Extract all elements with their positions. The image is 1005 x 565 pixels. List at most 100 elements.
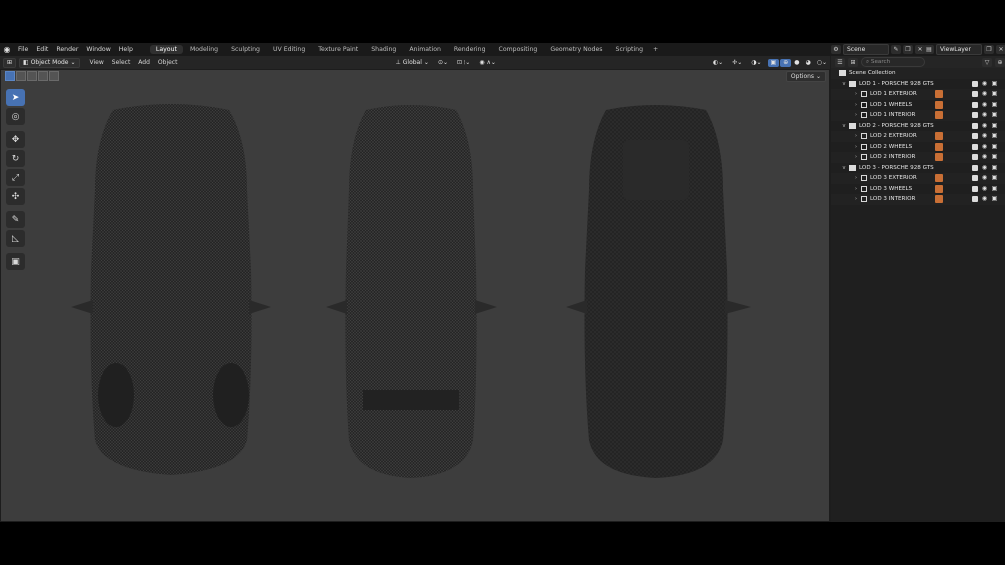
collection-row-lod3[interactable]: v LOD 3 - PORSCHE 928 GTS ◉ ▣: [831, 163, 1005, 174]
blender-logo-icon[interactable]: ◉: [0, 43, 14, 56]
chevron-right-icon[interactable]: ›: [853, 102, 859, 108]
chevron-down-icon[interactable]: v: [841, 165, 847, 171]
checkbox-icon[interactable]: [972, 91, 978, 97]
pivot-point-button[interactable]: ⊙⌄: [435, 59, 451, 67]
filter-icon[interactable]: ▽: [982, 57, 992, 67]
object-row-lod3-interior[interactable]: › LOD 3 INTERIOR ◉ ▣: [831, 194, 1005, 205]
object-visibility-button[interactable]: ◐⌄: [710, 59, 726, 67]
scene-field[interactable]: Scene: [843, 44, 889, 55]
eye-icon[interactable]: ◉: [981, 143, 988, 150]
xray-toggle-button[interactable]: ▣: [767, 58, 780, 67]
annotate-icon[interactable]: ✎: [6, 211, 25, 228]
move-icon[interactable]: ✥: [6, 131, 25, 148]
measure-icon[interactable]: ◺: [6, 230, 25, 247]
scale-icon[interactable]: ⤢: [6, 169, 25, 186]
eye-icon[interactable]: ◉: [981, 196, 988, 202]
eye-icon[interactable]: ◉: [981, 133, 988, 139]
eye-icon[interactable]: ◉: [981, 175, 988, 181]
object-row-lod3-wheels[interactable]: › LOD 3 WHEELS ◉ ▣: [831, 184, 1005, 195]
camera-icon[interactable]: ▣: [991, 164, 998, 171]
camera-icon[interactable]: ▣: [991, 185, 998, 192]
menu-render[interactable]: Render: [52, 46, 82, 53]
tab-layout[interactable]: Layout: [149, 45, 183, 54]
gizmo-toggle-button[interactable]: ✢⌄: [729, 59, 745, 67]
eye-icon[interactable]: ◉: [981, 112, 988, 118]
checkbox-icon[interactable]: [972, 164, 978, 171]
display-mode-icon[interactable]: ⊞: [848, 57, 858, 67]
chevron-right-icon[interactable]: ›: [853, 154, 859, 160]
object-row-lod1-interior[interactable]: › LOD 1 INTERIOR ◉ ▣: [831, 110, 1005, 121]
checkbox-icon[interactable]: [972, 175, 978, 181]
menu-file[interactable]: File: [14, 46, 32, 53]
material-shading-button[interactable]: ◕: [802, 59, 813, 67]
camera-icon[interactable]: ▣: [991, 133, 998, 139]
outliner-search-input[interactable]: ⌕ Search: [861, 57, 925, 67]
viewlayer-icon[interactable]: ▤: [924, 45, 934, 54]
select-new-icon[interactable]: [5, 71, 15, 81]
add-cube-icon[interactable]: ▣: [6, 253, 25, 270]
transform-orientation-dropdown[interactable]: ⊥ Global ⌄: [393, 59, 432, 67]
select-difference-icon[interactable]: [38, 71, 48, 81]
new-viewlayer-icon[interactable]: ❐: [984, 45, 994, 54]
object-row-lod1-exterior[interactable]: › LOD 1 EXTERIOR ◉ ▣: [831, 89, 1005, 100]
checkbox-icon[interactable]: [972, 143, 978, 150]
new-scene-icon[interactable]: ❐: [903, 45, 913, 54]
tab-rendering[interactable]: Rendering: [448, 45, 492, 54]
chevron-right-icon[interactable]: ›: [853, 91, 859, 97]
tab-texture-paint[interactable]: Texture Paint: [312, 45, 364, 54]
chevron-right-icon[interactable]: ›: [853, 144, 859, 150]
camera-icon[interactable]: ▣: [991, 122, 998, 129]
rotate-icon[interactable]: ↻: [6, 150, 25, 167]
menu-window[interactable]: Window: [82, 46, 114, 53]
eye-icon[interactable]: ◉: [981, 164, 988, 171]
object-mode-dropdown[interactable]: ◧ Object Mode ⌄: [19, 57, 80, 68]
menu-select[interactable]: Select: [108, 59, 135, 66]
camera-icon[interactable]: ▣: [991, 80, 998, 87]
camera-icon[interactable]: ▣: [991, 175, 998, 181]
checkbox-icon[interactable]: [972, 122, 978, 129]
pin-icon[interactable]: ✎: [891, 45, 901, 54]
checkbox-icon[interactable]: [972, 154, 978, 160]
camera-icon[interactable]: ▣: [991, 91, 998, 97]
checkbox-icon[interactable]: [972, 196, 978, 202]
snapping-button[interactable]: ⊡ ⦙⌄: [454, 59, 473, 67]
menu-help[interactable]: Help: [115, 46, 137, 53]
chevron-right-icon[interactable]: ›: [853, 112, 859, 118]
options-dropdown[interactable]: Options ⌄: [785, 71, 826, 82]
menu-edit[interactable]: Edit: [32, 46, 52, 53]
eye-icon[interactable]: ◉: [981, 122, 988, 129]
chevron-right-icon[interactable]: ›: [853, 133, 859, 139]
camera-icon[interactable]: ▣: [991, 112, 998, 118]
chevron-right-icon[interactable]: ›: [853, 175, 859, 181]
new-collection-icon[interactable]: ⊕: [995, 57, 1005, 67]
checkbox-icon[interactable]: [972, 133, 978, 139]
eye-icon[interactable]: ◉: [981, 80, 988, 87]
transform-icon[interactable]: ✣: [6, 188, 25, 205]
solid-shading-button[interactable]: ●: [791, 59, 802, 67]
wireframe-shading-button[interactable]: ⊕: [780, 58, 792, 67]
object-row-lod2-interior[interactable]: › LOD 2 INTERIOR ◉ ▣: [831, 152, 1005, 163]
overlay-toggle-button[interactable]: ◑⌄: [748, 59, 764, 67]
checkbox-icon[interactable]: [972, 112, 978, 118]
menu-object[interactable]: Object: [154, 59, 182, 66]
add-workspace-button[interactable]: +: [649, 46, 662, 53]
cursor-icon[interactable]: ◎: [6, 108, 25, 125]
menu-add[interactable]: Add: [134, 59, 154, 66]
editor-type-button[interactable]: ⊞: [3, 57, 17, 68]
chevron-down-icon[interactable]: v: [841, 123, 847, 129]
tab-uv-editing[interactable]: UV Editing: [267, 45, 311, 54]
tab-modeling[interactable]: Modeling: [184, 45, 224, 54]
delete-viewlayer-icon[interactable]: ✕: [996, 45, 1005, 54]
3d-viewport[interactable]: Options ⌄ ➤ ◎ ✥ ↻ ⤢ ✣ ✎ ◺ ▣: [1, 70, 829, 521]
camera-icon[interactable]: ▣: [991, 143, 998, 150]
tab-compositing[interactable]: Compositing: [493, 45, 544, 54]
camera-icon[interactable]: ▣: [991, 101, 998, 108]
object-row-lod2-exterior[interactable]: › LOD 2 EXTERIOR ◉ ▣: [831, 131, 1005, 142]
camera-icon[interactable]: ▣: [991, 196, 998, 202]
eye-icon[interactable]: ◉: [981, 185, 988, 192]
checkbox-icon[interactable]: [972, 185, 978, 192]
collection-row-lod2[interactable]: v LOD 2 - PORSCHE 928 GTS ◉ ▣: [831, 121, 1005, 132]
select-subtract-icon[interactable]: [27, 71, 37, 81]
tab-geometry-nodes[interactable]: Geometry Nodes: [544, 45, 608, 54]
tab-shading[interactable]: Shading: [365, 45, 402, 54]
